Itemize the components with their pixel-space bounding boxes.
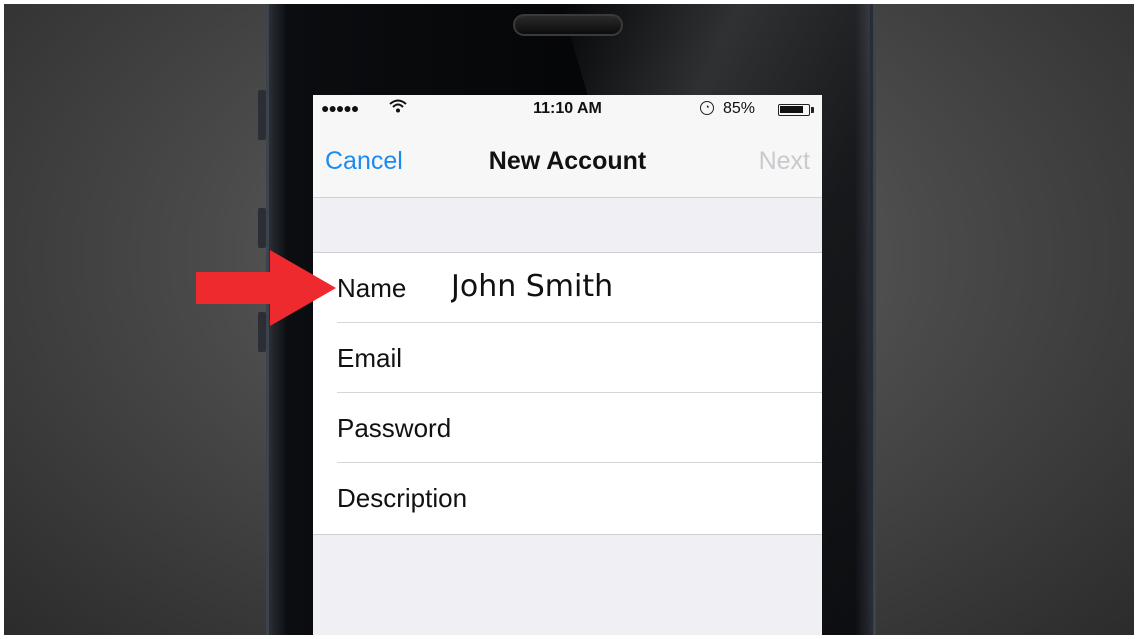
next-button[interactable]: Next [759,147,810,176]
description-field[interactable] [451,479,791,514]
email-label: Email [337,343,403,373]
phone-screen: ●●●●● 11:10 AM ◔ 85% Cancel New Account … [313,95,822,639]
battery-nub [811,107,814,113]
page-title: New Account [488,147,647,175]
password-label: Password [337,413,452,443]
status-bar: ●●●●● 11:10 AM ◔ 85% [313,95,822,123]
red-pointer-arrow-icon [196,250,336,326]
description-label: Description [337,483,468,513]
navigation-bar: Cancel New Account Next [313,123,822,198]
battery-percent: 85% [723,100,756,117]
form-row-password[interactable]: Password [313,393,822,463]
name-label: Name [337,273,407,303]
form-row-name[interactable]: Name [313,253,822,323]
account-form: Name Email Password Description [313,252,822,535]
battery-fill [780,106,803,113]
rotation-lock-icon: ◔ [700,101,714,115]
volume-up-button [258,208,266,248]
battery-icon [778,104,810,116]
name-field[interactable] [451,269,791,304]
email-field[interactable] [451,339,791,374]
earpiece-speaker [513,14,623,36]
form-row-email[interactable]: Email [313,323,822,393]
password-field[interactable] [451,409,791,444]
mute-switch [258,90,266,140]
form-row-description[interactable]: Description [313,463,822,533]
